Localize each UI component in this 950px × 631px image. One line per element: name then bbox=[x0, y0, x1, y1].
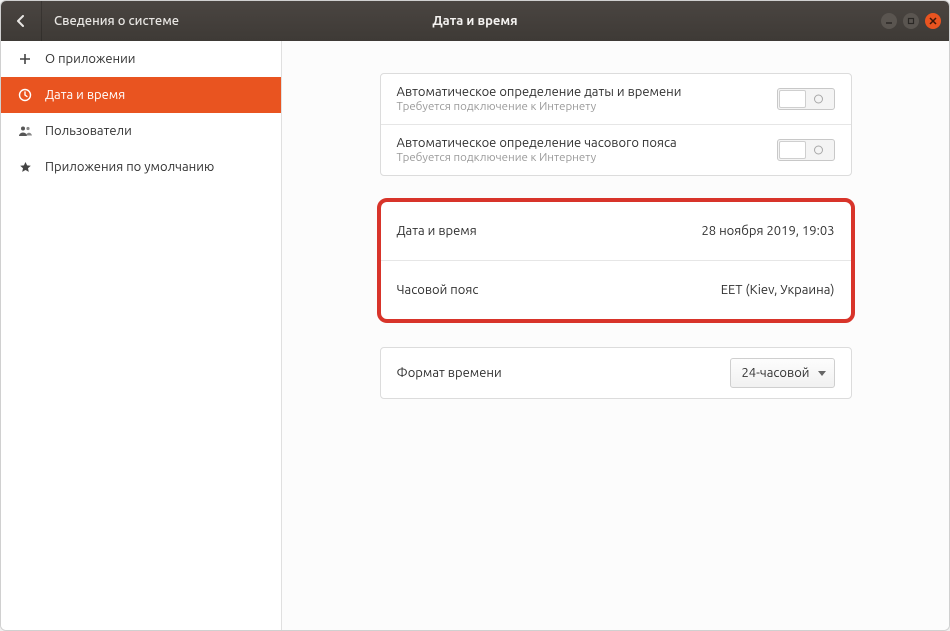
toggle-off-indicator bbox=[814, 95, 823, 104]
time-format-dropdown[interactable]: 24-часовой bbox=[730, 358, 834, 388]
minimize-button[interactable] bbox=[881, 13, 897, 29]
toggle-knob bbox=[779, 141, 806, 159]
sidebar-item-label: Пользователи bbox=[45, 124, 132, 138]
sidebar-item-label: О приложении bbox=[45, 52, 135, 66]
auto-datetime-title: Автоматическое определение даты и времен… bbox=[397, 85, 682, 99]
auto-panel: Автоматическое определение даты и времен… bbox=[380, 73, 852, 176]
close-icon bbox=[929, 17, 937, 25]
window-controls bbox=[881, 13, 949, 29]
maximize-button[interactable] bbox=[903, 13, 919, 29]
toggle-knob bbox=[779, 90, 806, 108]
star-icon bbox=[17, 161, 33, 174]
sidebar-item-default-apps[interactable]: Приложения по умолчанию bbox=[1, 149, 281, 185]
body: О приложении Дата и время Пользователи П… bbox=[1, 41, 949, 630]
row-timezone[interactable]: Часовой пояс EET (Kiev, Украина) bbox=[381, 260, 851, 319]
close-button[interactable] bbox=[925, 13, 941, 29]
plus-icon bbox=[17, 53, 33, 65]
minimize-icon bbox=[885, 17, 893, 25]
chevron-left-icon bbox=[15, 15, 27, 27]
clock-icon bbox=[17, 88, 33, 102]
auto-timezone-subtitle: Требуется подключение к Интернету bbox=[397, 151, 677, 164]
auto-datetime-toggle[interactable] bbox=[777, 88, 835, 110]
content-pane: Автоматическое определение даты и времен… bbox=[282, 41, 949, 630]
sidebar-item-about[interactable]: О приложении bbox=[1, 41, 281, 77]
row-datetime[interactable]: Дата и время 28 ноября 2019, 19:03 bbox=[381, 202, 851, 260]
sidebar: О приложении Дата и время Пользователи П… bbox=[1, 41, 282, 630]
row-time-format: Формат времени 24-часовой bbox=[381, 348, 851, 398]
time-format-value: 24-часовой bbox=[741, 366, 809, 380]
datetime-value: 28 ноября 2019, 19:03 bbox=[701, 224, 834, 238]
sidebar-item-users[interactable]: Пользователи bbox=[1, 113, 281, 149]
row-auto-timezone: Автоматическое определение часового пояс… bbox=[381, 124, 851, 175]
chevron-down-icon bbox=[818, 371, 826, 376]
users-icon bbox=[17, 125, 33, 137]
datetime-panel-highlighted: Дата и время 28 ноября 2019, 19:03 Часов… bbox=[377, 198, 855, 323]
maximize-icon bbox=[907, 17, 915, 25]
settings-window: Сведения о системе Дата и время О прилож… bbox=[0, 0, 950, 631]
sidebar-item-datetime[interactable]: Дата и время bbox=[1, 77, 281, 113]
timezone-value: EET (Kiev, Украина) bbox=[721, 283, 835, 297]
sidebar-item-label: Приложения по умолчанию bbox=[45, 160, 214, 174]
time-format-label: Формат времени bbox=[397, 366, 502, 380]
titlebar: Сведения о системе Дата и время bbox=[1, 1, 949, 41]
datetime-label: Дата и время bbox=[397, 224, 477, 238]
row-auto-datetime: Автоматическое определение даты и времен… bbox=[381, 74, 851, 124]
time-format-panel: Формат времени 24-часовой bbox=[380, 347, 852, 399]
auto-timezone-toggle[interactable] bbox=[777, 139, 835, 161]
timezone-label: Часовой пояс bbox=[397, 283, 479, 297]
breadcrumb: Сведения о системе bbox=[42, 14, 179, 28]
auto-timezone-title: Автоматическое определение часового пояс… bbox=[397, 136, 677, 150]
auto-datetime-subtitle: Требуется подключение к Интернету bbox=[397, 100, 682, 113]
back-button[interactable] bbox=[1, 1, 42, 41]
toggle-off-indicator bbox=[814, 146, 823, 155]
sidebar-item-label: Дата и время bbox=[45, 88, 125, 102]
